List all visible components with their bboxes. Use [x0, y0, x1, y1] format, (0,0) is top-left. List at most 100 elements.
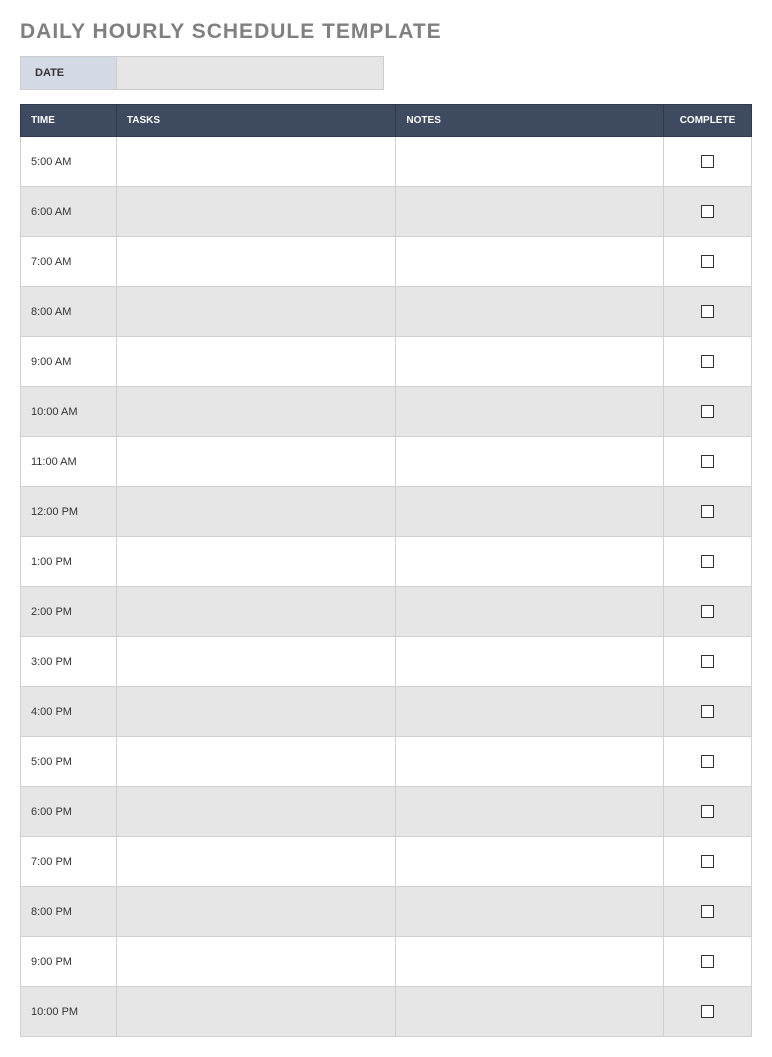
- complete-cell: [663, 437, 751, 487]
- time-cell: 6:00 PM: [21, 787, 117, 837]
- time-cell: 8:00 PM: [21, 887, 117, 937]
- complete-cell: [663, 137, 751, 187]
- time-cell: 9:00 PM: [21, 937, 117, 987]
- complete-cell: [663, 887, 751, 937]
- notes-cell[interactable]: [396, 187, 664, 237]
- complete-checkbox[interactable]: [701, 955, 714, 968]
- tasks-cell[interactable]: [116, 587, 396, 637]
- time-cell: 4:00 PM: [21, 687, 117, 737]
- notes-cell[interactable]: [396, 287, 664, 337]
- notes-cell[interactable]: [396, 437, 664, 487]
- complete-checkbox[interactable]: [701, 755, 714, 768]
- complete-checkbox[interactable]: [701, 405, 714, 418]
- tasks-cell[interactable]: [116, 837, 396, 887]
- complete-checkbox[interactable]: [701, 155, 714, 168]
- page-title: DAILY HOURLY SCHEDULE TEMPLATE: [20, 20, 752, 44]
- tasks-cell[interactable]: [116, 137, 396, 187]
- time-cell: 7:00 PM: [21, 837, 117, 887]
- complete-checkbox[interactable]: [701, 655, 714, 668]
- complete-cell: [663, 837, 751, 887]
- complete-cell: [663, 337, 751, 387]
- tasks-cell[interactable]: [116, 737, 396, 787]
- table-row: 2:00 PM: [21, 587, 752, 637]
- notes-cell[interactable]: [396, 137, 664, 187]
- notes-cell[interactable]: [396, 337, 664, 387]
- complete-cell: [663, 237, 751, 287]
- table-row: 9:00 PM: [21, 937, 752, 987]
- header-row: TIME TASKS NOTES COMPLETE: [21, 105, 752, 137]
- schedule-table: TIME TASKS NOTES COMPLETE 5:00 AM6:00 AM…: [20, 104, 752, 1037]
- complete-cell: [663, 787, 751, 837]
- date-input[interactable]: [116, 56, 384, 90]
- complete-cell: [663, 387, 751, 437]
- table-row: 10:00 PM: [21, 987, 752, 1037]
- complete-checkbox[interactable]: [701, 255, 714, 268]
- complete-checkbox[interactable]: [701, 205, 714, 218]
- time-cell: 2:00 PM: [21, 587, 117, 637]
- notes-cell[interactable]: [396, 737, 664, 787]
- tasks-cell[interactable]: [116, 537, 396, 587]
- tasks-cell[interactable]: [116, 187, 396, 237]
- table-row: 4:00 PM: [21, 687, 752, 737]
- notes-cell[interactable]: [396, 937, 664, 987]
- notes-cell[interactable]: [396, 837, 664, 887]
- time-cell: 10:00 AM: [21, 387, 117, 437]
- notes-cell[interactable]: [396, 787, 664, 837]
- tasks-cell[interactable]: [116, 637, 396, 687]
- complete-cell: [663, 937, 751, 987]
- tasks-cell[interactable]: [116, 437, 396, 487]
- time-cell: 6:00 AM: [21, 187, 117, 237]
- time-cell: 9:00 AM: [21, 337, 117, 387]
- notes-cell[interactable]: [396, 887, 664, 937]
- notes-cell[interactable]: [396, 537, 664, 587]
- table-row: 10:00 AM: [21, 387, 752, 437]
- tasks-cell[interactable]: [116, 287, 396, 337]
- notes-cell[interactable]: [396, 587, 664, 637]
- notes-cell[interactable]: [396, 687, 664, 737]
- date-row: DATE: [20, 56, 752, 90]
- notes-cell[interactable]: [396, 637, 664, 687]
- tasks-cell[interactable]: [116, 337, 396, 387]
- complete-cell: [663, 737, 751, 787]
- complete-checkbox[interactable]: [701, 805, 714, 818]
- complete-checkbox[interactable]: [701, 605, 714, 618]
- table-row: 5:00 AM: [21, 137, 752, 187]
- tasks-cell[interactable]: [116, 937, 396, 987]
- notes-cell[interactable]: [396, 487, 664, 537]
- complete-cell: [663, 637, 751, 687]
- complete-checkbox[interactable]: [701, 555, 714, 568]
- tasks-cell[interactable]: [116, 387, 396, 437]
- date-label: DATE: [20, 56, 116, 90]
- table-row: 8:00 PM: [21, 887, 752, 937]
- tasks-cell[interactable]: [116, 987, 396, 1037]
- complete-cell: [663, 287, 751, 337]
- complete-checkbox[interactable]: [701, 855, 714, 868]
- complete-checkbox[interactable]: [701, 1005, 714, 1018]
- tasks-cell[interactable]: [116, 237, 396, 287]
- notes-cell[interactable]: [396, 987, 664, 1037]
- complete-checkbox[interactable]: [701, 705, 714, 718]
- complete-cell: [663, 187, 751, 237]
- time-cell: 10:00 PM: [21, 987, 117, 1037]
- complete-cell: [663, 587, 751, 637]
- time-cell: 7:00 AM: [21, 237, 117, 287]
- time-cell: 8:00 AM: [21, 287, 117, 337]
- table-row: 6:00 AM: [21, 187, 752, 237]
- table-row: 5:00 PM: [21, 737, 752, 787]
- notes-cell[interactable]: [396, 387, 664, 437]
- tasks-cell[interactable]: [116, 487, 396, 537]
- header-notes: NOTES: [396, 105, 664, 137]
- complete-checkbox[interactable]: [701, 355, 714, 368]
- complete-checkbox[interactable]: [701, 305, 714, 318]
- notes-cell[interactable]: [396, 237, 664, 287]
- tasks-cell[interactable]: [116, 887, 396, 937]
- complete-checkbox[interactable]: [701, 455, 714, 468]
- table-row: 7:00 AM: [21, 237, 752, 287]
- tasks-cell[interactable]: [116, 687, 396, 737]
- complete-checkbox[interactable]: [701, 505, 714, 518]
- time-cell: 5:00 AM: [21, 137, 117, 187]
- complete-cell: [663, 687, 751, 737]
- table-row: 9:00 AM: [21, 337, 752, 387]
- complete-checkbox[interactable]: [701, 905, 714, 918]
- tasks-cell[interactable]: [116, 787, 396, 837]
